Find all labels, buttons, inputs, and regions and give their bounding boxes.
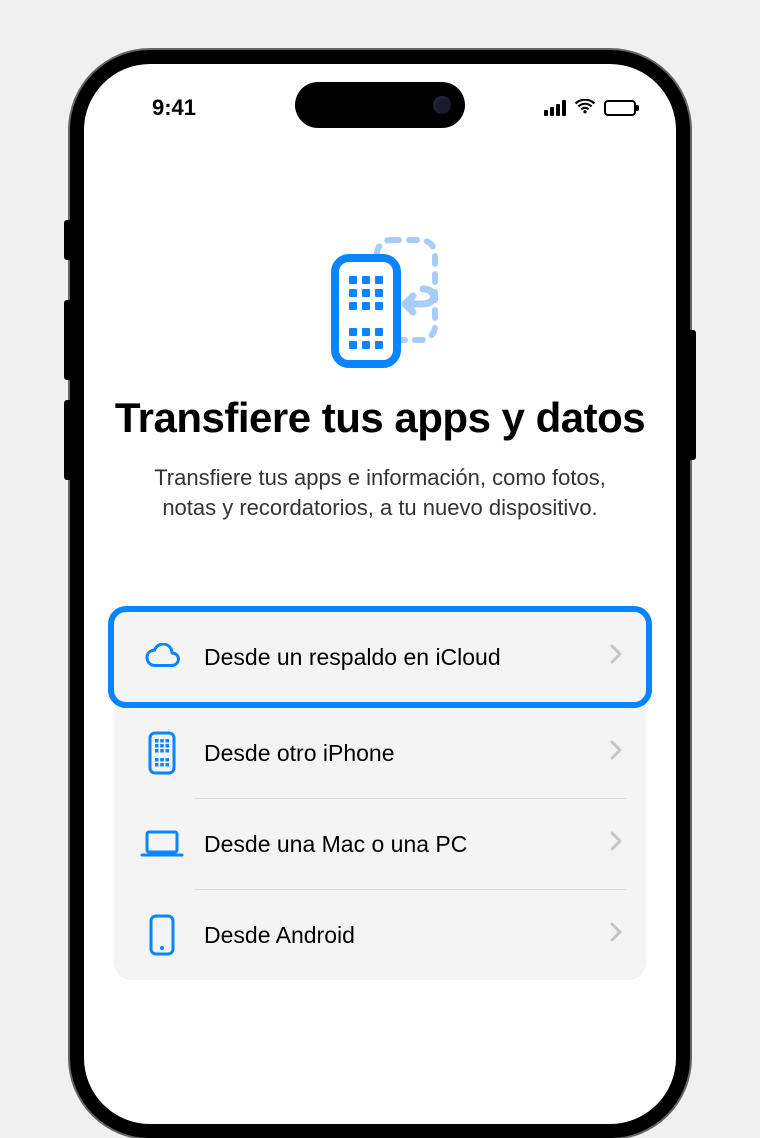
wifi-icon bbox=[574, 95, 596, 121]
cellular-signal-icon bbox=[544, 100, 566, 116]
option-label: Desde un respaldo en iCloud bbox=[204, 644, 610, 671]
dynamic-island bbox=[295, 82, 465, 128]
option-mac-pc[interactable]: Desde una Mac o una PC bbox=[114, 799, 646, 889]
chevron-right-icon bbox=[610, 922, 622, 948]
volume-down-button bbox=[64, 400, 70, 480]
volume-up-button bbox=[64, 300, 70, 380]
chevron-right-icon bbox=[610, 740, 622, 766]
laptop-icon bbox=[138, 829, 186, 859]
chevron-right-icon bbox=[610, 831, 622, 857]
front-camera bbox=[433, 96, 451, 114]
battery-icon bbox=[604, 100, 636, 116]
transfer-options-list: Desde un respaldo en iCloud Desde otro i… bbox=[114, 606, 646, 980]
transfer-hero-icon bbox=[84, 234, 676, 374]
cloud-icon bbox=[138, 643, 186, 671]
chevron-right-icon bbox=[610, 644, 622, 670]
option-android[interactable]: Desde Android bbox=[114, 890, 646, 980]
option-another-iphone[interactable]: Desde otro iPhone bbox=[114, 708, 646, 798]
option-label: Desde otro iPhone bbox=[204, 740, 610, 767]
power-button bbox=[690, 330, 696, 460]
page-subtitle: Transfiere tus apps e información, como … bbox=[84, 463, 676, 522]
phone-outline-icon bbox=[138, 914, 186, 956]
iphone-frame: 9:41 bbox=[70, 50, 690, 1138]
status-time: 9:41 bbox=[124, 95, 224, 121]
screen: 9:41 bbox=[84, 64, 676, 1124]
iphone-icon bbox=[138, 731, 186, 775]
page-title: Transfiere tus apps y datos bbox=[84, 394, 676, 441]
silence-switch bbox=[64, 220, 70, 260]
option-icloud-backup[interactable]: Desde un respaldo en iCloud bbox=[108, 606, 652, 708]
option-label: Desde una Mac o una PC bbox=[204, 831, 610, 858]
option-label: Desde Android bbox=[204, 922, 610, 949]
